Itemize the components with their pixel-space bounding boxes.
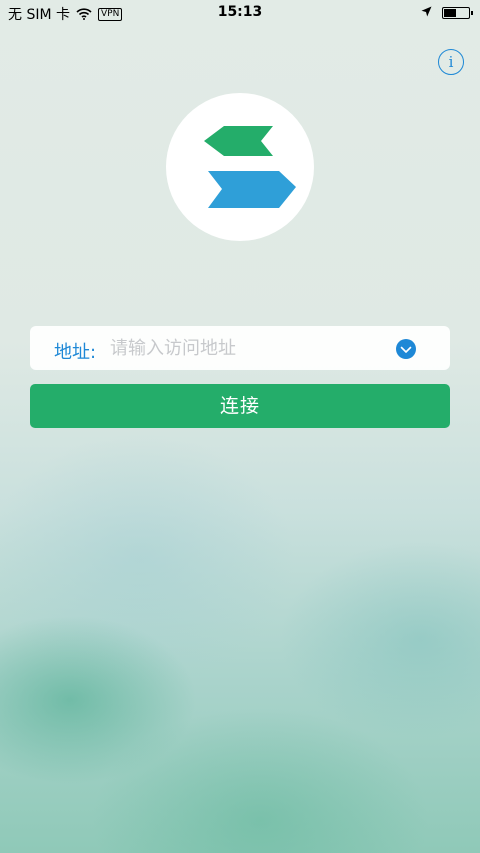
app-logo-icon [204, 126, 296, 208]
chevron-down-icon [400, 346, 412, 353]
battery-level [444, 9, 456, 17]
address-field: 地址: [30, 326, 450, 370]
address-label: 地址: [54, 342, 97, 363]
address-history-dropdown[interactable] [396, 339, 416, 359]
app-logo [166, 93, 314, 241]
info-button[interactable]: i [438, 49, 464, 75]
info-icon: i [448, 53, 454, 71]
status-right [421, 5, 473, 21]
location-arrow-icon [421, 5, 432, 21]
status-time: 15:13 [217, 4, 263, 20]
battery-icon [442, 7, 473, 19]
status-bar: 无 SIM 卡 VPN 15:13 [0, 0, 480, 26]
connect-button[interactable]: 连接 [30, 384, 450, 428]
address-input[interactable] [110, 334, 380, 362]
